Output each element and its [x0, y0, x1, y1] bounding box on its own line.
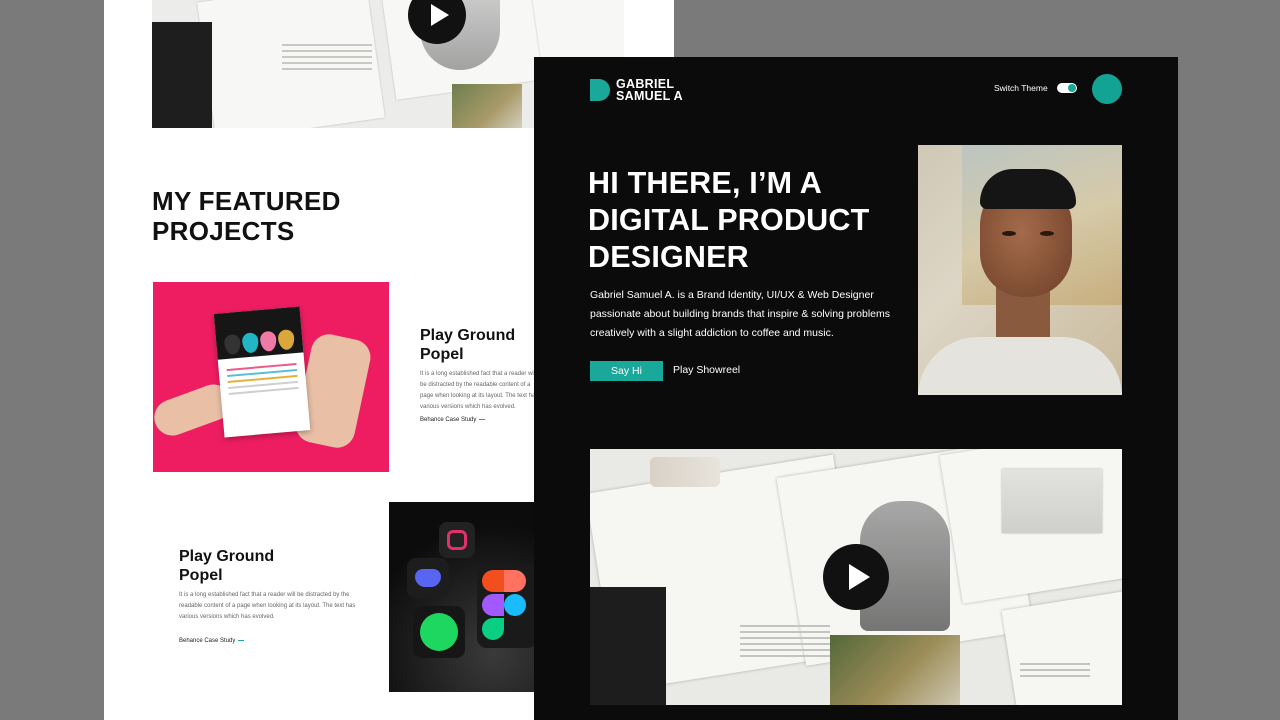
- behance-case-study-link[interactable]: Behance Case Study: [420, 417, 486, 423]
- pick-shape: [277, 329, 296, 351]
- dark-page-preview: GABRIEL SAMUEL A Switch Theme HI THERE, …: [534, 57, 1178, 720]
- mockup-dark-page: [590, 587, 666, 705]
- play-icon[interactable]: [823, 544, 889, 610]
- mockup-cups-photo: [650, 457, 720, 487]
- pick-shape: [259, 330, 278, 352]
- project-description: It is a long established fact that a rea…: [179, 592, 356, 620]
- dash-icon: [238, 639, 245, 641]
- portrait-hair: [980, 169, 1076, 209]
- instagram-icon: [439, 522, 475, 558]
- project-image-guitar-picks[interactable]: [153, 282, 389, 472]
- toggle-knob: [1068, 84, 1076, 92]
- hero-line1: HI THERE, I’M A: [588, 166, 823, 200]
- featured-title-line2: PROJECTS: [152, 216, 295, 246]
- spotify-icon: [413, 606, 465, 658]
- project-title-line1: Play Ground: [179, 548, 275, 565]
- play-showreel-link[interactable]: Play Showreel: [673, 364, 740, 376]
- hero-line2: DIGITAL PRODUCT: [588, 203, 870, 237]
- mockup-text-lines: [1020, 663, 1090, 681]
- featured-title-line1: MY FEATURED: [152, 186, 341, 216]
- switch-theme-label: Switch Theme: [994, 83, 1048, 93]
- dash-icon: [479, 418, 486, 420]
- project-image-app-icons[interactable]: [389, 502, 539, 692]
- site-logo[interactable]: GABRIEL SAMUEL A: [590, 78, 683, 102]
- discord-icon: [407, 558, 449, 598]
- hero-heading: HI THERE, I’M A DIGITAL PRODUCT DESIGNER: [588, 165, 908, 276]
- theme-toggle[interactable]: [1057, 83, 1077, 93]
- pick-shape: [241, 332, 260, 354]
- portrait-photo: [918, 145, 1122, 395]
- showreel-video[interactable]: [590, 449, 1122, 705]
- link-label[interactable]: Behance Case Study: [179, 638, 235, 644]
- logo-mark-icon: [590, 79, 610, 101]
- project-title: Play Ground Popel: [179, 547, 319, 585]
- portrait-shirt: [918, 337, 1122, 395]
- featured-projects-heading: MY FEATURED PROJECTS: [152, 186, 341, 246]
- mockup-text-lines: [740, 625, 830, 661]
- project-description: It is a long established fact that a rea…: [420, 371, 539, 410]
- pick-shape: [223, 333, 242, 356]
- figma-icon: [477, 564, 537, 648]
- logo-line2: SAMUEL A: [616, 89, 683, 103]
- mockup-plant-photo: [830, 635, 960, 705]
- behance-case-study-link[interactable]: Behance Case Study: [179, 638, 245, 644]
- product-card: [213, 306, 311, 438]
- portrait-eye: [1002, 231, 1016, 236]
- project-title-line2: Popel: [179, 567, 223, 584]
- hero-line3: DESIGNER: [588, 240, 749, 274]
- portrait-eye: [1040, 231, 1054, 236]
- logo-text: GABRIEL SAMUEL A: [616, 78, 683, 103]
- mockup-text-lines: [282, 44, 372, 74]
- link-label[interactable]: Behance Case Study: [420, 417, 476, 423]
- mockup-landscape-photo: [1002, 469, 1102, 533]
- mockup-plant-photo: [452, 84, 522, 128]
- avatar[interactable]: [1092, 74, 1122, 104]
- hero-description: Gabriel Samuel A. is a Brand Identity, U…: [590, 289, 891, 339]
- say-hi-button[interactable]: Say Hi: [590, 361, 663, 381]
- mockup-dark-page: [152, 22, 212, 128]
